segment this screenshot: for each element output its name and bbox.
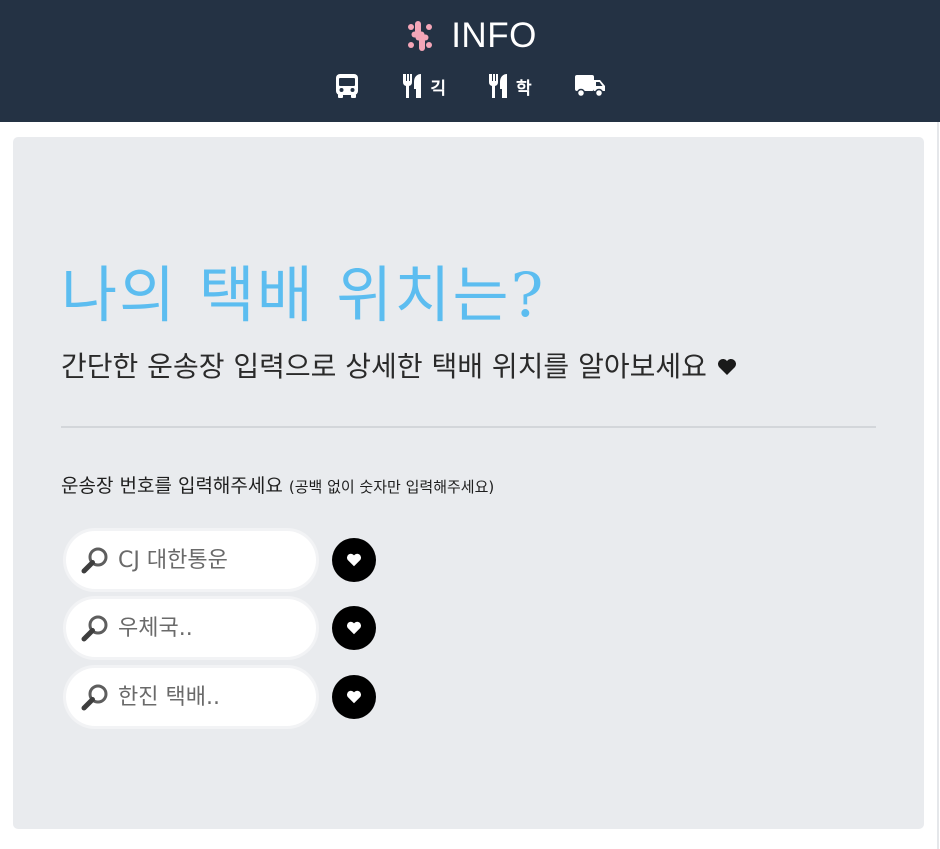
heart-icon	[347, 690, 361, 704]
nav-menu: 긱 학	[0, 70, 940, 102]
search-box-post[interactable]	[66, 599, 316, 657]
prompt-label: 운송장 번호를 입력해주세요	[61, 475, 283, 497]
search-box-hanjin[interactable]	[66, 668, 316, 726]
magnifier-icon	[81, 615, 108, 642]
page-subtitle: 간단한 운송장 입력으로 상세한 택배 위치를 알아보세요	[61, 349, 737, 385]
favorite-button-post[interactable]	[332, 606, 376, 650]
slack-logo-icon	[408, 21, 433, 51]
heart-icon	[347, 621, 361, 635]
heart-icon	[717, 359, 736, 375]
page-title: 나의 택배 위치는?	[61, 260, 546, 331]
tracking-prompt: 운송장 번호를 입력해주세요 (공백 없이 숫자만 입력해주세요)	[61, 471, 494, 498]
carrier-row-hanjin	[66, 668, 376, 726]
nav-meal-school[interactable]: 학	[488, 70, 532, 102]
subtitle-text: 간단한 운송장 입력으로 상세한 택배 위치를 알아보세요	[61, 350, 707, 383]
bus-icon	[336, 74, 359, 98]
carrier-row-post	[66, 599, 376, 657]
search-box-cj[interactable]	[66, 531, 316, 589]
carrier-row-cj	[66, 531, 376, 589]
prompt-note: (공백 없이 숫자만 입력해주세요)	[288, 478, 495, 496]
tracking-panel: 나의 택배 위치는? 간단한 운송장 입력으로 상세한 택배 위치를 알아보세요…	[13, 137, 924, 829]
brand-title: INFO	[451, 16, 537, 55]
tracking-input-cj[interactable]	[118, 547, 303, 573]
magnifier-icon	[81, 684, 108, 711]
nav-meal-school-label: 학	[516, 78, 532, 99]
nav-delivery[interactable]	[574, 70, 606, 102]
brand[interactable]: INFO	[0, 16, 940, 60]
favorite-button-hanjin[interactable]	[332, 675, 376, 719]
nav-meal-dorm-label: 긱	[430, 78, 446, 99]
utensils-icon	[403, 74, 422, 98]
tracking-input-hanjin[interactable]	[118, 684, 303, 710]
nav-bus[interactable]	[334, 70, 360, 102]
tracking-input-post[interactable]	[118, 615, 303, 641]
truck-icon	[574, 75, 605, 98]
divider	[61, 426, 876, 428]
utensils-icon	[488, 74, 507, 98]
heart-icon	[347, 553, 361, 567]
favorite-button-cj[interactable]	[332, 538, 376, 582]
nav-meal-dorm[interactable]: 긱	[402, 70, 446, 102]
top-navbar: INFO 긱 학	[0, 0, 940, 122]
magnifier-icon	[81, 547, 108, 574]
scrollbar-edge	[937, 122, 939, 849]
